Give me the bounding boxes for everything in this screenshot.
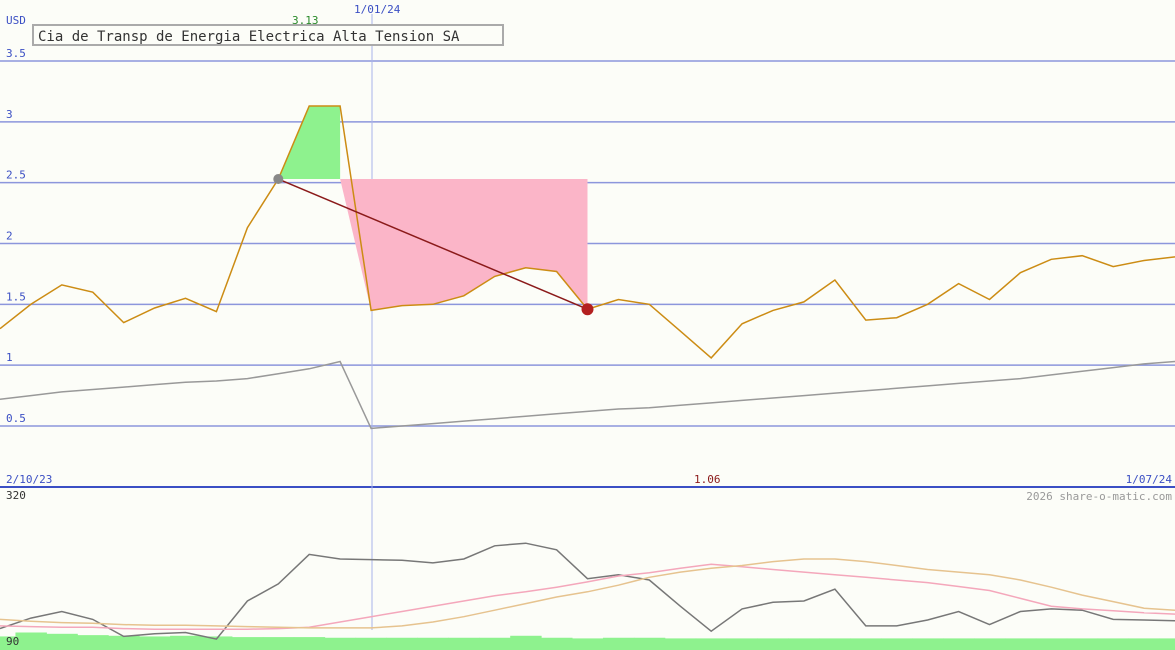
volume-bar-35 xyxy=(1066,638,1099,650)
volume-bar-32 xyxy=(974,638,1006,650)
y-tick-label-0: 3.5 xyxy=(6,47,26,60)
y-tick-label-2: 2.5 xyxy=(6,169,26,182)
moving-average-line xyxy=(0,360,1175,430)
y-tick-label-4: 1.5 xyxy=(6,290,26,303)
volume-bar-20 xyxy=(602,637,635,650)
volume-bar-10 xyxy=(293,637,326,650)
indicator-line-1 xyxy=(0,563,1175,630)
volume-bar-6 xyxy=(170,635,202,650)
low-value-label: 1.06 xyxy=(694,473,721,486)
price-fills xyxy=(278,106,588,311)
volume-bar-25 xyxy=(757,638,789,650)
volume-bar-14 xyxy=(417,637,449,650)
volume-bar-13 xyxy=(386,637,418,650)
volume-bar-31 xyxy=(943,638,975,650)
marker-date-label: 1/01/24 xyxy=(354,3,401,16)
volume-bar-9 xyxy=(262,637,295,650)
x-end-label: 1/07/24 xyxy=(1126,473,1173,486)
volume-bar-36 xyxy=(1097,638,1130,650)
buy-point xyxy=(273,174,284,185)
copyright-label: 2026 share-o-matic.com xyxy=(1026,490,1172,503)
volume-bar-2 xyxy=(46,633,78,650)
volume-bar-29 xyxy=(881,638,913,650)
volume-bar-5 xyxy=(139,636,171,650)
volume-bar-3 xyxy=(77,635,109,650)
y-axis-unit: USD xyxy=(6,14,26,27)
volume-bar-11 xyxy=(324,637,357,650)
sell-point xyxy=(581,303,594,316)
loss-area xyxy=(340,179,588,311)
volume-bar-23 xyxy=(695,638,728,650)
indicator-y-max: 320 xyxy=(6,489,26,502)
volume-bar-12 xyxy=(355,637,388,650)
volume-bar-15 xyxy=(448,637,480,650)
volume-bar-38 xyxy=(1159,638,1175,650)
volume-bar-34 xyxy=(1035,638,1068,650)
volume-bar-1 xyxy=(15,632,47,650)
volume-bar-26 xyxy=(788,638,820,650)
chart-labels: USD 3.13 1/01/24 2/10/23 1.06 1/07/24 20… xyxy=(6,3,1172,648)
volume-bar-18 xyxy=(541,637,573,650)
volume-bar-28 xyxy=(850,638,882,650)
volume-bar-37 xyxy=(1128,638,1161,650)
chart-title: Cia de Transp de Energia Electrica Alta … xyxy=(32,24,504,46)
y-tick-label-1: 3 xyxy=(6,108,13,121)
volume-bar-16 xyxy=(479,637,511,650)
price-grid xyxy=(0,14,1175,630)
y-tick-label-3: 2 xyxy=(6,230,13,243)
indicator-series xyxy=(0,542,1175,650)
volume-bar-17 xyxy=(510,635,542,650)
volume-bar-27 xyxy=(819,638,851,650)
price-y-ticks: 3.5 3 2.5 2 1.5 1 0.5 xyxy=(6,47,26,425)
chart-canvas: 3.532.521.510.5 USD 3.13 1/01/24 2/10/23… xyxy=(0,3,1175,650)
indicator-y-min: 90 xyxy=(6,635,19,648)
volume-bar-19 xyxy=(572,638,604,650)
y-tick-label-6: 0.5 xyxy=(6,412,26,425)
y-tick-label-5: 1 xyxy=(6,351,13,364)
volume-bar-30 xyxy=(912,638,944,650)
volume-bar-21 xyxy=(633,637,666,650)
volume-bar-8 xyxy=(231,637,264,650)
gain-area xyxy=(278,106,341,180)
volume-bar-4 xyxy=(108,635,140,650)
x-start-label: 2/10/23 xyxy=(6,473,52,486)
volume-bar-24 xyxy=(726,638,759,650)
volume-bar-33 xyxy=(1004,638,1037,650)
volume-bar-22 xyxy=(664,638,697,650)
